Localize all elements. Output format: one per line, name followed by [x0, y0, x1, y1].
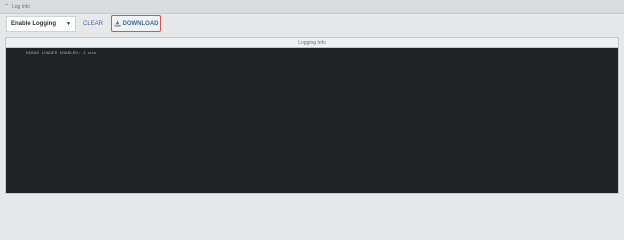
toolbar: Enable Logging ▼ CLEAR DOWNLOAD — [0, 14, 624, 36]
caret-down-icon: ▼ — [66, 21, 71, 27]
panel-title: Log Info — [12, 3, 31, 10]
clear-button-label: CLEAR — [82, 21, 103, 27]
clear-button[interactable]: CLEAR — [80, 16, 106, 32]
log-panel: Logging Info DEBUG LOGGER ENABLED: 1 min — [5, 37, 619, 194]
log-panel-title: Logging Info — [6, 38, 618, 48]
logging-select-value: Enable Logging — [11, 21, 56, 27]
chevron-up-icon[interactable]: ⌃ — [4, 3, 11, 10]
download-button[interactable]: DOWNLOAD — [111, 15, 161, 32]
logging-select[interactable]: Enable Logging ▼ — [6, 16, 76, 32]
download-button-content: DOWNLOAD — [114, 20, 159, 27]
download-button-label: DOWNLOAD — [122, 20, 159, 27]
panel-header[interactable]: ⌃ Log Info — [0, 0, 624, 14]
download-icon — [114, 20, 120, 27]
log-output[interactable]: DEBUG LOGGER ENABLED: 1 min — [6, 48, 618, 193]
log-line: DEBUG LOGGER ENABLED: 1 min — [26, 52, 97, 56]
